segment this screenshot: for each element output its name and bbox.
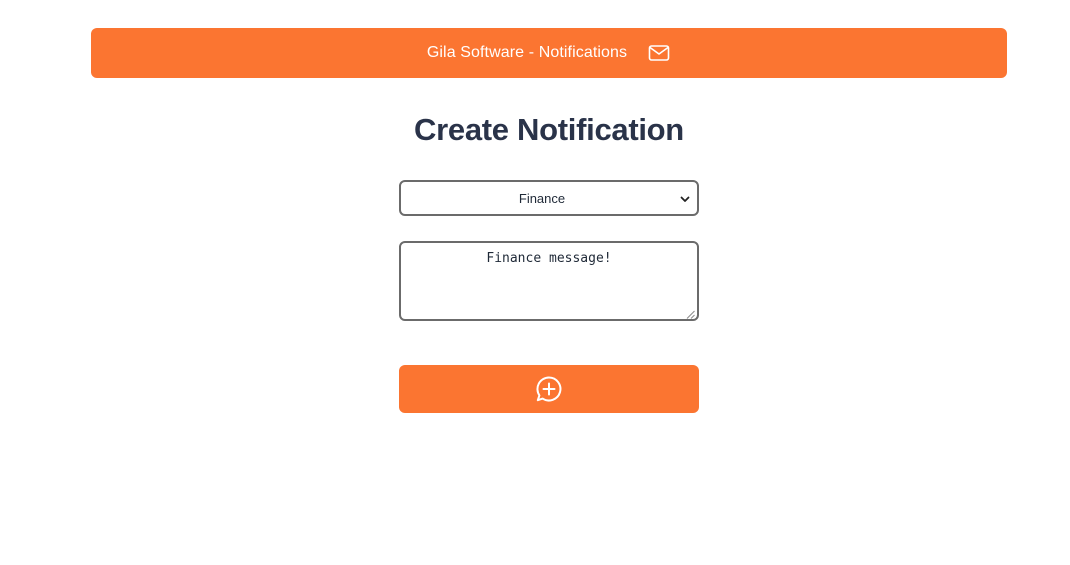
chevron-down-icon: [679, 192, 691, 204]
category-select-value: Finance: [518, 190, 566, 206]
page-title: Create Notification: [414, 112, 684, 147]
header-title: Gila Software - Notifications: [426, 44, 628, 61]
header-bar: Gila Software - Notifications: [91, 28, 1007, 78]
create-notification-button[interactable]: [399, 365, 699, 413]
page: Gila Software - Notifications Create Not…: [0, 0, 1070, 565]
message-plus-icon: [536, 376, 562, 402]
message-field[interactable]: Finance message!: [399, 241, 699, 321]
message-field-value: Finance message!: [486, 251, 612, 266]
category-select[interactable]: Finance: [399, 180, 699, 216]
mail-icon[interactable]: [647, 41, 671, 65]
resize-grip-icon[interactable]: [686, 308, 695, 319]
